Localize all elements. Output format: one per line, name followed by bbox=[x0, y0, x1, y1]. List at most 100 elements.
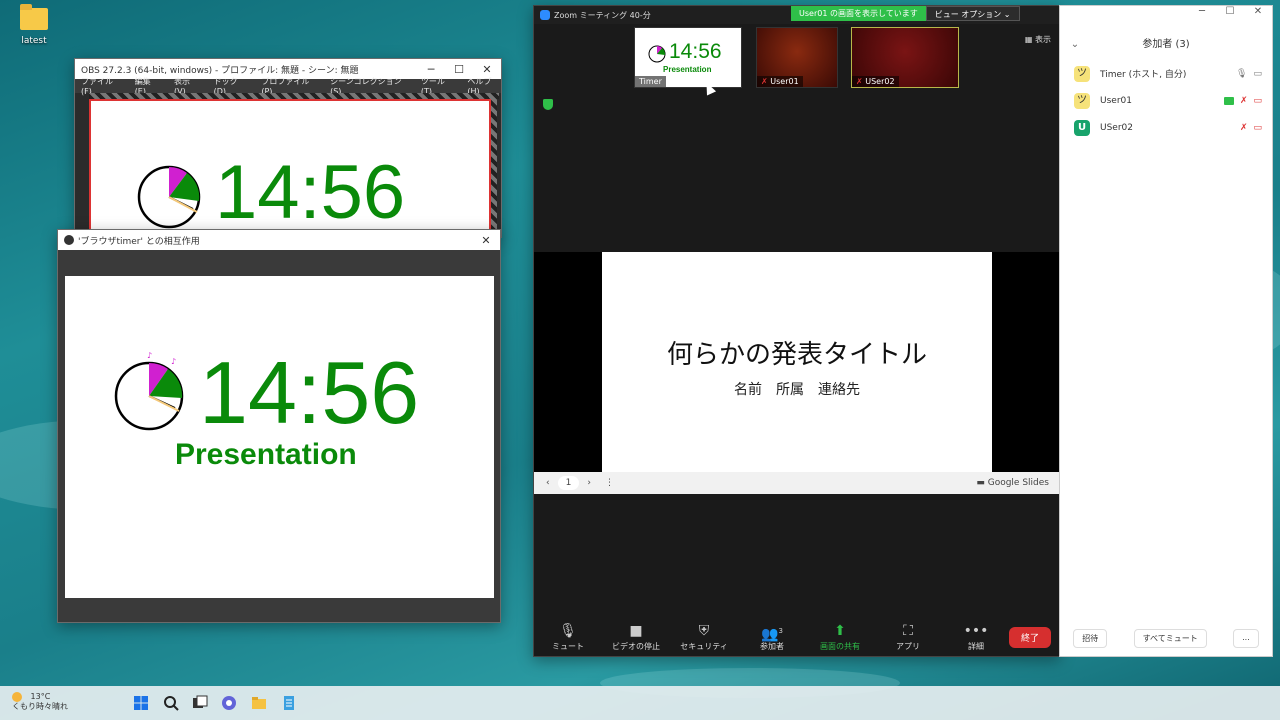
more-vertical-icon[interactable]: ⋮ bbox=[605, 478, 614, 488]
interact-titlebar[interactable]: 'ブラウザtimer' との相互作用 ✕ bbox=[58, 230, 500, 250]
security-label: セキュリティ bbox=[680, 642, 728, 651]
weather-widget[interactable]: 13°C くもり時々晴れ bbox=[12, 692, 68, 712]
apps-button[interactable]: ⛶ アプリ bbox=[874, 621, 942, 652]
more-label: 詳細 bbox=[968, 642, 984, 651]
mic-muted-icon: ✗ bbox=[761, 77, 768, 86]
share-banner: User01 の画面を表示しています ビュー オプション ⌄ bbox=[791, 6, 1020, 21]
avatar: ツ bbox=[1074, 92, 1090, 109]
participant-name: USer02 bbox=[1100, 122, 1133, 133]
invite-button[interactable]: 招待 bbox=[1073, 629, 1108, 648]
encryption-shield-icon[interactable] bbox=[543, 99, 553, 110]
participants-label: 参加者 bbox=[760, 642, 784, 651]
next-slide-icon[interactable]: › bbox=[587, 478, 591, 488]
slide-page-number[interactable]: 1 bbox=[557, 476, 580, 490]
panel-window-controls: ─ ☐ ✕ bbox=[1188, 6, 1272, 17]
maximize-icon[interactable]: ☐ bbox=[445, 63, 473, 76]
close-icon[interactable]: ✕ bbox=[1244, 6, 1272, 17]
start-icon[interactable] bbox=[133, 695, 149, 711]
pie-clock-icon bbox=[648, 45, 666, 63]
chat-icon[interactable] bbox=[221, 695, 237, 711]
view-button[interactable]: ▦ 表示 bbox=[1025, 34, 1051, 45]
screen-share-icon bbox=[1223, 96, 1234, 105]
browser-source-view[interactable]: ♪ ♪ 14:56 Presentation bbox=[65, 276, 494, 598]
zoom-meeting-window[interactable]: Zoom ミーティング 40-分 User01 の画面を表示しています ビュー … bbox=[533, 5, 1060, 657]
close-icon[interactable]: ✕ bbox=[473, 63, 501, 76]
share-screen-button[interactable]: ⬆ 画面の共有 bbox=[806, 621, 874, 652]
slide-subtitle: 名前 所属 連絡先 bbox=[734, 382, 860, 398]
taskbar: 13°C くもり時々晴れ bbox=[0, 686, 1280, 720]
pie-clock-icon: ♪ ♪ bbox=[114, 352, 184, 431]
maximize-icon[interactable]: ☐ bbox=[1216, 6, 1244, 17]
share-screen-label: 画面の共有 bbox=[820, 642, 860, 651]
video-off-icon: ▭ bbox=[1253, 122, 1262, 133]
google-slides-label: Google Slides bbox=[987, 478, 1049, 488]
obs-preview[interactable]: 14:56 bbox=[89, 99, 491, 237]
task-view-icon[interactable] bbox=[192, 695, 208, 711]
video-off-icon: ▭ bbox=[1253, 95, 1262, 106]
participant-row[interactable]: ツ Timer (ホスト, 自分) 🎙 ▭ bbox=[1060, 60, 1272, 87]
slides-control-bar: ‹ 1 › ⋮ ▬ Google Slides bbox=[534, 472, 1059, 494]
participants-icon: 👥3 bbox=[761, 626, 783, 643]
participants-footer: 招待 すべてミュート ... bbox=[1060, 629, 1272, 648]
obs-title: OBS 27.2.3 (64-bit, windows) - プロファイル: 無… bbox=[81, 65, 359, 76]
svg-text:♪: ♪ bbox=[171, 357, 176, 366]
close-icon[interactable]: ✕ bbox=[472, 234, 500, 247]
end-meeting-button[interactable]: 終了 bbox=[1008, 627, 1051, 648]
participants-button[interactable]: 👥3 参加者 bbox=[738, 621, 806, 652]
weather-desc: くもり時々晴れ bbox=[12, 702, 68, 711]
mic-icon: 🎙 bbox=[1236, 68, 1248, 79]
slides-icon: ▬ bbox=[976, 478, 988, 488]
stop-video-label: ビデオの停止 bbox=[612, 642, 660, 651]
participant-name: Timer (ホスト, 自分) bbox=[1100, 70, 1187, 80]
thumb-name: User01 bbox=[770, 77, 799, 86]
search-icon[interactable] bbox=[163, 695, 179, 711]
participant-name: User01 bbox=[1100, 95, 1132, 106]
apps-icon: ⛶ bbox=[903, 623, 913, 639]
more-button[interactable]: ••• 詳細 bbox=[942, 621, 1010, 652]
desktop-folder[interactable]: latest bbox=[16, 4, 52, 46]
avatar: ツ bbox=[1074, 65, 1090, 82]
slide-title: 何らかの発表タイトル bbox=[666, 340, 927, 370]
thumb-name: Timer bbox=[635, 76, 666, 87]
thumb-name: USer02 bbox=[865, 77, 895, 86]
minimize-icon[interactable]: ─ bbox=[417, 63, 445, 76]
security-button[interactable]: ⛨ セキュリティ bbox=[670, 621, 738, 652]
security-icon: ⛨ bbox=[698, 623, 710, 639]
more-options-button[interactable]: ... bbox=[1233, 629, 1259, 648]
meeting-toolbar: 🎙 ミュート ■ ビデオの停止 ⛨ セキュリティ 👥3 参加者 ⬆ 画面の共有 ⛶ アプリ … bbox=[534, 610, 1059, 656]
zoom-logo-icon bbox=[540, 10, 550, 20]
interact-window[interactable]: 'ブラウザtimer' との相互作用 ✕ ♪ ♪ 14:56 Presentat… bbox=[57, 229, 501, 623]
mute-all-button[interactable]: すべてミュート bbox=[1133, 629, 1207, 648]
minimize-icon[interactable]: ─ bbox=[1188, 6, 1216, 17]
video-icon: ▭ bbox=[1253, 68, 1262, 79]
chevron-down-icon[interactable]: ⌄ bbox=[1060, 39, 1090, 50]
presentation-slide: 何らかの発表タイトル 名前 所属 連絡先 bbox=[602, 252, 992, 472]
prev-slide-icon[interactable]: ‹ bbox=[546, 478, 550, 488]
video-thumbnail-user02[interactable]: ✗ USer02 bbox=[851, 27, 959, 88]
mic-muted-icon: ✗ bbox=[856, 77, 863, 86]
mic-muted-icon: ✗ bbox=[1239, 122, 1248, 133]
thumb-timer-digits: 14:56 bbox=[669, 40, 722, 63]
participant-row[interactable]: ツ User01 ✗ ▭ bbox=[1060, 87, 1272, 114]
notepad-icon[interactable] bbox=[281, 695, 297, 711]
shared-screen[interactable]: 何らかの発表タイトル 名前 所属 連絡先 bbox=[534, 252, 1059, 472]
view-options-button[interactable]: ビュー オプション ⌄ bbox=[925, 6, 1020, 21]
stop-video-button[interactable]: ■ ビデオの停止 bbox=[602, 621, 670, 652]
pie-clock-icon bbox=[137, 165, 201, 229]
weather-sun-icon bbox=[12, 692, 22, 702]
file-explorer-icon[interactable] bbox=[251, 695, 267, 711]
obs-window[interactable]: OBS 27.2.3 (64-bit, windows) - プロファイル: 無… bbox=[74, 58, 502, 238]
mute-button[interactable]: 🎙 ミュート bbox=[534, 621, 602, 652]
share-screen-icon: ⬆ bbox=[834, 623, 846, 639]
participants-count-badge: 3 bbox=[778, 627, 783, 635]
video-thumbnail-timer[interactable]: 14:56 Presentation Timer bbox=[634, 27, 742, 88]
video-thumbnail-user01[interactable]: ✗ User01 bbox=[756, 27, 838, 88]
grid-icon: ▦ bbox=[1024, 35, 1035, 44]
participants-title: 参加者 (3) bbox=[1142, 39, 1190, 50]
thumb-timer-label: Presentation bbox=[663, 65, 712, 74]
participant-status: ✗ ▭ bbox=[1240, 123, 1272, 133]
participant-row[interactable]: U USer02 ✗ ▭ bbox=[1060, 114, 1272, 141]
obs-menubar: ファイル(F) 編集(E) 表示(V) ドック(D) プロファイル(P) シーン… bbox=[75, 77, 501, 96]
video-icon: ■ bbox=[629, 623, 643, 639]
thumb-name-wrap: ✗ User01 bbox=[757, 76, 803, 87]
